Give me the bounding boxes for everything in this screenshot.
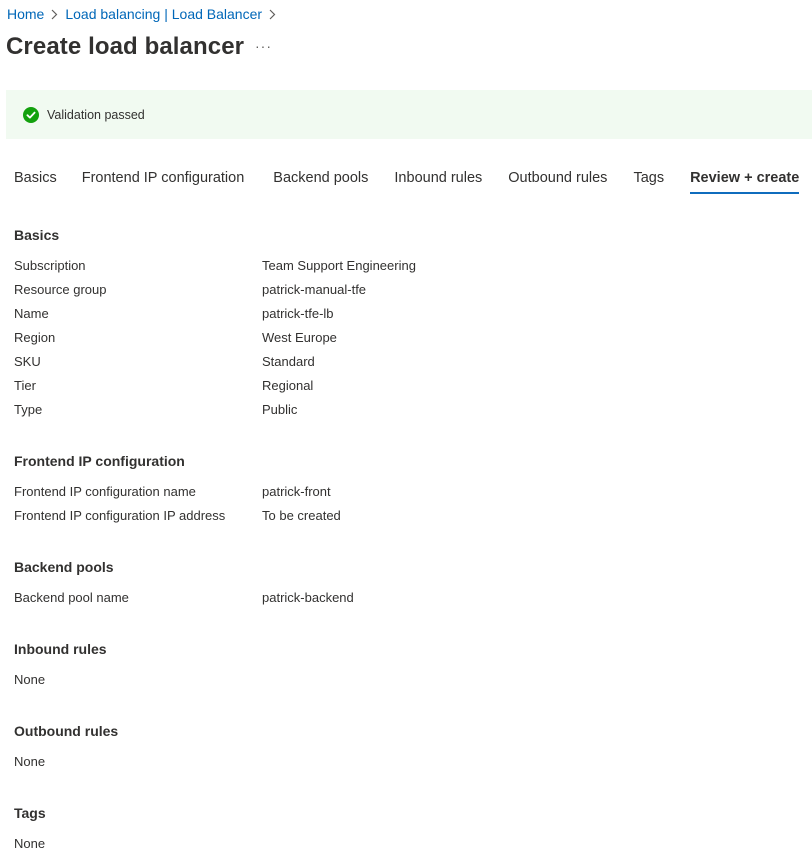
field-label-type: Type bbox=[14, 402, 43, 417]
tab-tags[interactable]: Tags bbox=[633, 170, 664, 194]
field-value-subscription: Team Support Engineering bbox=[262, 258, 416, 273]
breadcrumb: Home Load balancing | Load Balancer bbox=[7, 6, 283, 22]
validation-banner: Validation passed bbox=[6, 90, 812, 139]
section-heading-tags: Tags bbox=[14, 805, 46, 821]
tab-backend-pools[interactable]: Backend pools bbox=[273, 170, 368, 194]
page-title: Create load balancer bbox=[6, 33, 245, 60]
breadcrumb-load-balancing-link[interactable]: Load balancing | Load Balancer bbox=[65, 6, 262, 22]
tab-basics[interactable]: Basics bbox=[14, 170, 57, 194]
field-value-name: patrick-tfe-lb bbox=[262, 306, 334, 321]
field-value-type: Public bbox=[262, 402, 298, 417]
section-heading-backend-pools: Backend pools bbox=[14, 559, 114, 575]
field-label-tier: Tier bbox=[14, 378, 36, 393]
field-label-name: Name bbox=[14, 306, 49, 321]
field-label-region: Region bbox=[14, 330, 56, 345]
field-label-sku: SKU bbox=[14, 354, 41, 369]
section-heading-basics: Basics bbox=[14, 227, 60, 243]
field-value-tier: Regional bbox=[262, 378, 314, 393]
validation-status-text: Validation passed bbox=[47, 107, 145, 122]
field-value-backend-pool-name: patrick-backend bbox=[262, 590, 354, 605]
field-value-frontend-ip-address: To be created bbox=[262, 508, 341, 523]
field-label-resource-group: Resource group bbox=[14, 282, 107, 297]
field-value-frontend-ip-name: patrick-front bbox=[262, 484, 331, 499]
section-heading-inbound-rules: Inbound rules bbox=[14, 641, 107, 657]
field-label-backend-pool-name: Backend pool name bbox=[14, 590, 129, 605]
chevron-right-icon bbox=[51, 9, 58, 20]
wizard-tabs: Basics Frontend IP configuration Backend… bbox=[14, 170, 800, 194]
section-heading-frontend-ip-configuration: Frontend IP configuration bbox=[14, 453, 185, 469]
tab-inbound-rules[interactable]: Inbound rules bbox=[394, 170, 482, 194]
tags-value: None bbox=[14, 836, 46, 851]
create-load-balancer-page: Home Load balancing | Load Balancer Crea… bbox=[0, 0, 812, 867]
inbound-rules-value: None bbox=[14, 672, 46, 687]
field-label-subscription: Subscription bbox=[14, 258, 86, 273]
more-options-button[interactable]: ··· bbox=[255, 38, 272, 54]
tab-review-create[interactable]: Review + create bbox=[690, 170, 800, 194]
chevron-right-icon bbox=[269, 9, 276, 20]
section-heading-outbound-rules: Outbound rules bbox=[14, 723, 119, 739]
field-value-resource-group: patrick-manual-tfe bbox=[262, 282, 367, 297]
breadcrumb-home-link[interactable]: Home bbox=[7, 6, 44, 22]
check-circle-icon bbox=[23, 106, 39, 123]
field-label-frontend-ip-name: Frontend IP configuration name bbox=[14, 484, 196, 499]
field-value-sku: Standard bbox=[262, 354, 315, 369]
outbound-rules-value: None bbox=[14, 754, 46, 769]
tab-frontend-ip-configuration[interactable]: Frontend IP configuration bbox=[82, 170, 245, 194]
tab-outbound-rules[interactable]: Outbound rules bbox=[508, 170, 607, 194]
field-label-frontend-ip-address: Frontend IP configuration IP address bbox=[14, 508, 226, 523]
field-value-region: West Europe bbox=[262, 330, 337, 345]
